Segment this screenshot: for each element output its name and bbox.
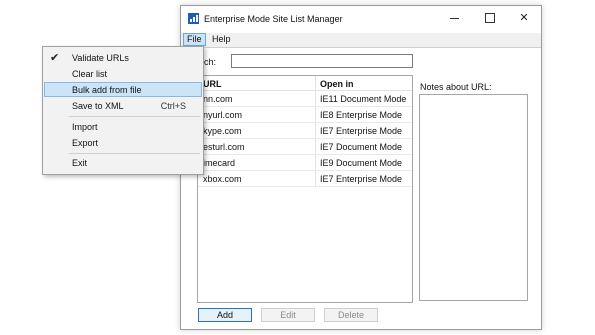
menu-item-shortcut: Ctrl+S bbox=[160, 101, 186, 111]
table-row[interactable]: xbox.com IE7 Enterprise Mode bbox=[198, 171, 412, 187]
maximize-icon bbox=[485, 13, 495, 24]
menu-item-label: Save to XML bbox=[72, 101, 124, 111]
menu-item-label: Bulk add from file bbox=[72, 85, 142, 95]
menu-bar: File Help bbox=[181, 33, 541, 48]
menu-item-label: Export bbox=[72, 138, 99, 148]
menu-item-clear-list[interactable]: Clear list bbox=[44, 66, 202, 81]
row-open-in: IE9 Document Mode bbox=[320, 158, 403, 168]
menu-item-bulk-add-from-file[interactable]: Bulk add from file bbox=[44, 82, 202, 97]
minimize-button[interactable] bbox=[437, 6, 471, 32]
search-input[interactable] bbox=[231, 54, 413, 68]
table-row[interactable]: kype.com IE7 Enterprise Mode bbox=[198, 123, 412, 139]
menu-item-save-to-xml[interactable]: Save to XML Ctrl+S bbox=[44, 98, 202, 113]
menu-item-exit[interactable]: Exit bbox=[44, 155, 202, 170]
menu-separator bbox=[69, 153, 200, 154]
table-row[interactable]: nn.com IE11 Document Mode bbox=[198, 91, 412, 107]
column-header-url[interactable]: URL bbox=[203, 79, 315, 89]
minimize-icon bbox=[449, 17, 459, 19]
edit-button[interactable]: Edit bbox=[261, 308, 315, 322]
list-header: URL Open in bbox=[198, 76, 412, 91]
menu-item-label: Exit bbox=[72, 158, 88, 168]
menu-file[interactable]: File bbox=[183, 33, 206, 46]
row-open-in: IE7 Document Mode bbox=[320, 142, 403, 152]
close-button[interactable]: ✕ bbox=[507, 6, 541, 32]
site-list-manager-window: Enterprise Mode Site List Manager ✕ File… bbox=[180, 5, 542, 330]
menu-separator bbox=[69, 116, 200, 117]
file-menu-dropdown: ✔ Validate URLs Clear list Bulk add from… bbox=[42, 46, 204, 175]
app-icon bbox=[188, 13, 199, 24]
menu-item-label: Validate URLs bbox=[72, 53, 129, 63]
site-list[interactable]: URL Open in nn.com IE11 Document Mode ny… bbox=[197, 75, 413, 303]
row-open-in: IE8 Enterprise Mode bbox=[320, 110, 403, 120]
row-url: xbox.com bbox=[203, 174, 242, 184]
row-open-in: IE11 Document Mode bbox=[320, 94, 407, 104]
table-row[interactable]: esturl.com IE7 Document Mode bbox=[198, 139, 412, 155]
table-row[interactable]: imecard IE9 Document Mode bbox=[198, 155, 412, 171]
menu-item-validate-urls[interactable]: ✔ Validate URLs bbox=[44, 50, 202, 65]
title-bar[interactable]: Enterprise Mode Site List Manager ✕ bbox=[181, 6, 541, 32]
row-open-in: IE7 Enterprise Mode bbox=[320, 174, 403, 184]
delete-button[interactable]: Delete bbox=[324, 308, 378, 322]
row-url: esturl.com bbox=[203, 142, 245, 152]
menu-item-export[interactable]: Export bbox=[44, 135, 202, 150]
row-url: kype.com bbox=[203, 126, 242, 136]
maximize-button[interactable] bbox=[473, 6, 507, 32]
checkmark-icon: ✔ bbox=[50, 52, 60, 64]
row-open-in: IE7 Enterprise Mode bbox=[320, 126, 403, 136]
table-row[interactable]: nyurl.com IE8 Enterprise Mode bbox=[198, 107, 412, 123]
row-url: imecard bbox=[203, 158, 236, 168]
menu-item-label: Import bbox=[72, 122, 98, 132]
close-icon: ✕ bbox=[519, 12, 529, 24]
add-button[interactable]: Add bbox=[198, 308, 252, 322]
notes-label: Notes about URL: bbox=[420, 82, 492, 92]
window-title: Enterprise Mode Site List Manager bbox=[204, 14, 343, 24]
column-header-open-in[interactable]: Open in bbox=[320, 79, 354, 89]
menu-item-import[interactable]: Import bbox=[44, 119, 202, 134]
menu-help[interactable]: Help bbox=[209, 33, 234, 46]
row-url: nn.com bbox=[203, 94, 233, 104]
row-url: nyurl.com bbox=[203, 110, 243, 120]
notes-textarea[interactable] bbox=[419, 94, 528, 301]
menu-item-label: Clear list bbox=[72, 69, 108, 79]
